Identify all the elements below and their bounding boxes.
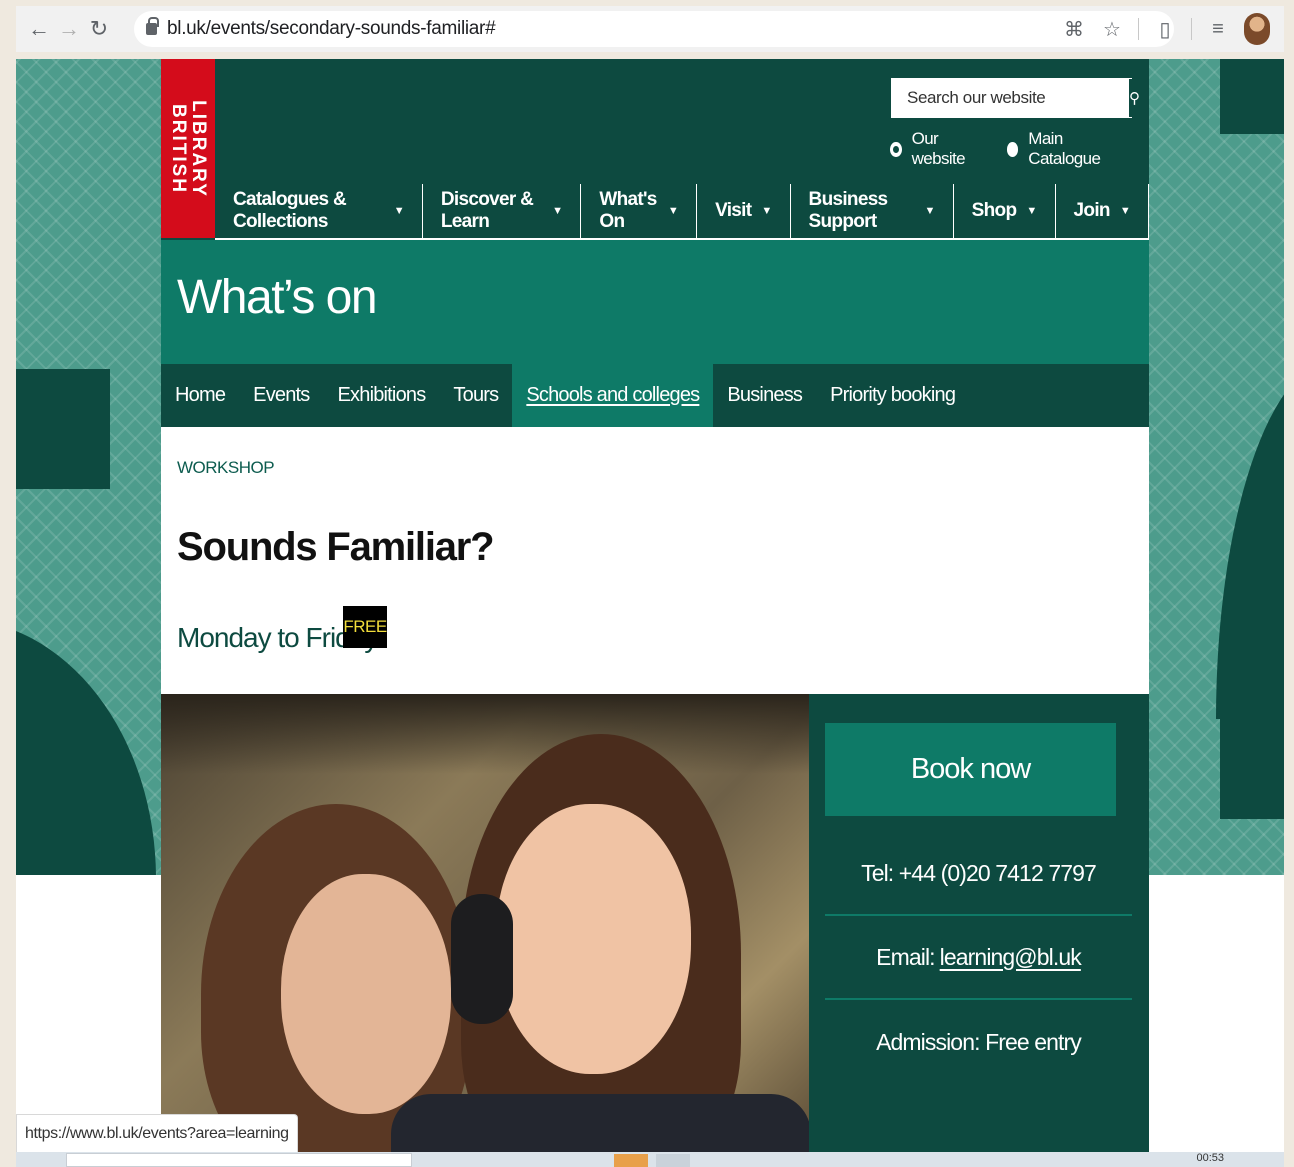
event-media-and-booking: Book now Tel: +44 (0)20 7412 7797 Email:…	[161, 694, 1149, 1155]
page-container: LIBRARY BRITISH ⚲ Our website Main Catal…	[161, 59, 1149, 1155]
nav-label: What's On	[599, 189, 657, 232]
search-input[interactable]	[891, 78, 1128, 118]
nav-whats-on[interactable]: What's On ▼	[581, 184, 698, 238]
chevron-down-icon: ▼	[1026, 205, 1037, 217]
nav-catalogues-collections[interactable]: Catalogues & Collections ▼	[215, 184, 423, 238]
taskbar-search-box[interactable]	[66, 1153, 412, 1167]
free-badge: FREE	[343, 606, 387, 648]
profile-avatar[interactable]	[1244, 13, 1270, 45]
bg-shape	[1216, 359, 1284, 719]
chevron-down-icon: ▼	[1119, 205, 1131, 217]
subnav-home[interactable]: Home	[161, 364, 239, 427]
nav-join[interactable]: Join ▼	[1056, 184, 1149, 238]
subnav-tours[interactable]: Tours	[439, 364, 512, 427]
back-icon[interactable]: ←	[24, 14, 54, 44]
booking-telephone: Tel: +44 (0)20 7412 7797	[825, 832, 1132, 916]
event-photo	[161, 694, 809, 1155]
radio-main-catalogue-label[interactable]: Main Catalogue	[1028, 129, 1135, 169]
subnav-business[interactable]: Business	[713, 364, 816, 427]
subnav-priority-booking[interactable]: Priority booking	[816, 364, 969, 427]
extension-icon[interactable]: ▯	[1153, 17, 1177, 42]
chevron-down-icon: ▼	[667, 205, 679, 217]
event-summary: WORKSHOP Sounds Familiar? Monday to Frid…	[161, 427, 1149, 695]
bg-shape	[16, 369, 110, 489]
nav-visit[interactable]: Visit ▼	[697, 184, 791, 238]
chevron-down-icon: ▼	[761, 205, 772, 217]
taskbar-app-icon[interactable]	[656, 1154, 690, 1167]
sub-navigation: Home Events Exhibitions Tours Schools an…	[161, 364, 1149, 427]
british-library-logo[interactable]: LIBRARY BRITISH	[161, 59, 215, 238]
event-type-kicker: WORKSHOP	[177, 458, 275, 477]
radio-our-website-label[interactable]: Our website	[912, 129, 993, 169]
logo-line-library: LIBRARY	[188, 100, 209, 198]
email-link[interactable]: learning@bl.uk	[940, 944, 1082, 971]
bg-shape	[16, 619, 156, 875]
nav-label: Visit	[715, 200, 752, 221]
bg-shape	[1220, 689, 1284, 819]
section-banner: What’s on	[161, 240, 1149, 364]
email-label: Email:	[876, 943, 935, 970]
toolbar-divider	[1138, 18, 1139, 40]
photo-shadow	[161, 694, 809, 774]
nav-label: Discover & Learn	[440, 189, 534, 232]
chevron-down-icon: ▼	[393, 205, 405, 217]
subnav-events[interactable]: Events	[239, 364, 323, 427]
search-scope-radios: Our website Main Catalogue	[890, 129, 1149, 169]
logo-text: LIBRARY BRITISH	[168, 100, 209, 198]
reading-list-icon[interactable]: ≡	[1206, 18, 1230, 41]
translate-icon[interactable]: ⌘	[1062, 17, 1086, 42]
radio-main-catalogue[interactable]	[1006, 141, 1019, 157]
search-box: ⚲	[890, 77, 1140, 119]
chevron-down-icon: ▼	[924, 205, 935, 217]
book-now-button[interactable]: Book now	[825, 723, 1116, 816]
section-title: What’s on	[177, 271, 378, 324]
nav-label: Join	[1073, 200, 1111, 221]
subnav-schools-colleges[interactable]: Schools and colleges	[512, 364, 714, 427]
search-icon[interactable]: ⚲	[1129, 79, 1140, 117]
nav-label: Shop	[971, 200, 1017, 221]
nav-label: Business Support	[808, 189, 889, 232]
browser-toolbar: ← → ↻ bl.uk/events/secondary-sounds-fami…	[16, 6, 1284, 52]
nav-label: Catalogues & Collections	[233, 189, 347, 232]
site-header: LIBRARY BRITISH ⚲ Our website Main Catal…	[161, 59, 1149, 240]
forward-icon[interactable]: →	[54, 14, 84, 44]
booking-email: Email: learning@bl.uk	[825, 916, 1132, 1000]
nav-discover-learn[interactable]: Discover & Learn ▼	[423, 184, 582, 238]
bg-shape	[1220, 59, 1284, 134]
radio-our-website[interactable]	[890, 141, 902, 157]
booking-admission: Admission: Free entry	[876, 1028, 1082, 1055]
reload-icon[interactable]: ↻	[84, 14, 114, 44]
address-bar[interactable]: bl.uk/events/secondary-sounds-familiar#	[134, 11, 1174, 47]
main-navigation: Catalogues & Collections ▼ Discover & Lea…	[215, 184, 1149, 238]
photo-clothing	[391, 1094, 809, 1155]
photo-person-left-face	[281, 874, 451, 1114]
headphones-icon	[451, 894, 513, 1024]
taskbar-clock: 00:53	[1196, 1152, 1224, 1164]
booking-panel: Book now Tel: +44 (0)20 7412 7797 Email:…	[809, 694, 1149, 1155]
event-title: Sounds Familiar?	[177, 525, 495, 569]
nav-shop[interactable]: Shop ▼	[954, 184, 1056, 238]
subnav-exhibitions[interactable]: Exhibitions	[324, 364, 440, 427]
os-taskbar: 00:53	[16, 1152, 1284, 1167]
star-icon[interactable]: ☆	[1100, 17, 1124, 42]
photo-person-right-face	[496, 804, 691, 1074]
taskbar-app-icon[interactable]	[614, 1154, 648, 1167]
link-preview-status: https://www.bl.uk/events?area=learning	[16, 1114, 298, 1152]
url-text[interactable]: bl.uk/events/secondary-sounds-familiar#	[167, 18, 496, 40]
toolbar-divider	[1191, 18, 1192, 40]
lock-icon[interactable]	[146, 17, 159, 35]
logo-line-british: BRITISH	[168, 104, 189, 194]
nav-business-support[interactable]: Business Support ▼	[791, 184, 954, 238]
chevron-down-icon: ▼	[552, 205, 563, 217]
